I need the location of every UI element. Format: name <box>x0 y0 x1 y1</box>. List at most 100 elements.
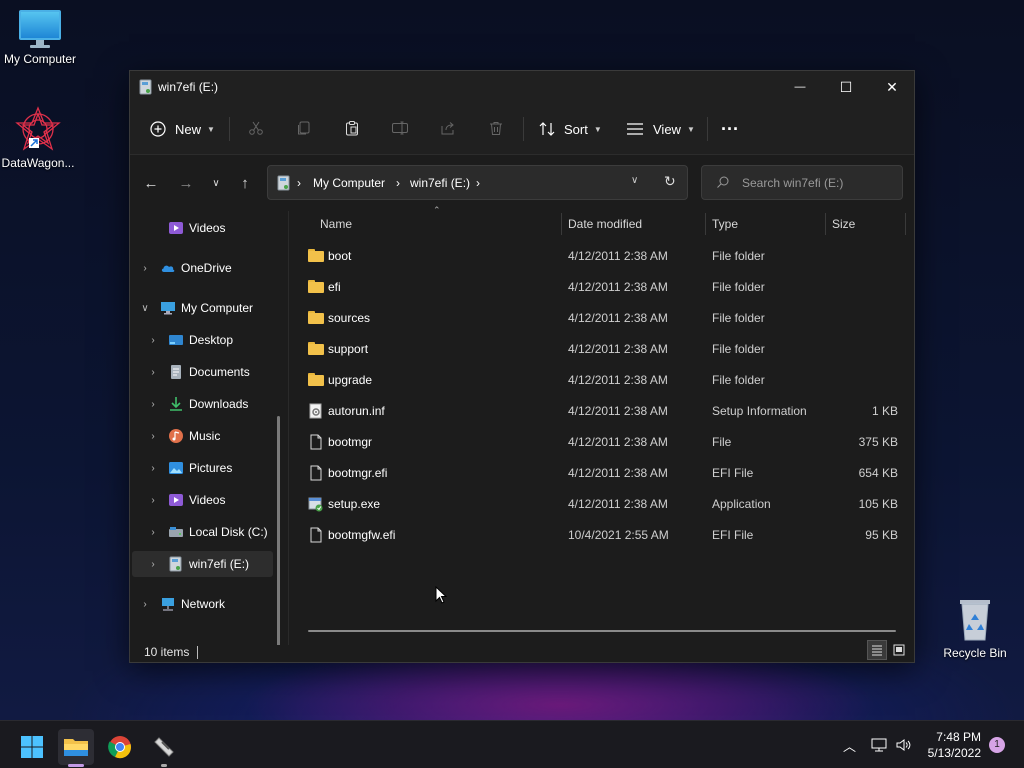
column-divider[interactable] <box>905 213 906 235</box>
setup-info-icon <box>308 403 324 419</box>
back-button[interactable]: ← <box>139 171 163 195</box>
nav-item-desktop[interactable]: › Desktop <box>130 327 285 353</box>
chevron-right-icon[interactable]: › <box>148 431 158 442</box>
chevron-right-icon[interactable]: › <box>148 367 158 378</box>
taskbar-app[interactable] <box>146 729 182 765</box>
forward-button[interactable]: → <box>174 171 198 195</box>
chevron-right-icon[interactable]: › <box>148 399 158 410</box>
title-bar[interactable]: win7efi (E:) — ☐ ✕ <box>130 71 914 103</box>
clock-date: 5/13/2022 <box>927 746 981 760</box>
chevron-down-icon[interactable]: ∨ <box>140 303 150 314</box>
file-row[interactable]: sources 4/12/2011 2:38 AM File folder <box>290 303 914 334</box>
chevron-up-icon: ︿ <box>843 738 857 754</box>
column-header-type[interactable]: Type <box>712 217 738 241</box>
more-options-button[interactable]: ··· <box>721 115 739 143</box>
view-lines-icon <box>627 123 643 135</box>
paste-button[interactable] <box>341 117 363 139</box>
share-button[interactable] <box>437 117 459 139</box>
breadcrumb-separator-icon: › <box>476 176 480 190</box>
file-row[interactable]: efi 4/12/2011 2:38 AM File folder <box>290 272 914 303</box>
file-name: support <box>328 342 369 356</box>
trash-icon <box>490 122 502 135</box>
recent-locations-button[interactable]: ∨ <box>204 171 228 195</box>
file-row[interactable]: bootmgr 4/12/2011 2:38 AM File 375 KB <box>290 427 914 458</box>
refresh-icon[interactable]: ↻ <box>664 173 676 190</box>
address-bar[interactable]: › My Computer › win7efi (E:) › ∨ ↻ <box>267 165 688 200</box>
breadcrumb-my-computer[interactable]: My Computer <box>313 176 385 190</box>
column-divider[interactable] <box>561 213 562 235</box>
mouse-cursor-icon <box>435 585 448 607</box>
nav-label: Downloads <box>189 397 249 411</box>
delete-button[interactable] <box>485 117 507 139</box>
desktop-icon-my-computer[interactable]: My Computer <box>0 10 80 66</box>
cut-button[interactable] <box>245 117 267 139</box>
column-divider[interactable] <box>705 213 706 235</box>
file-row[interactable]: boot 4/12/2011 2:38 AM File folder <box>290 241 914 272</box>
pane-splitter[interactable] <box>288 211 289 645</box>
nav-item-downloads[interactable]: › Downloads <box>130 391 285 417</box>
up-button[interactable]: ↑ <box>233 171 257 195</box>
desktop-icon-datawagon[interactable]: DataWagon... <box>0 106 78 170</box>
rename-button[interactable] <box>389 117 411 139</box>
file-row[interactable]: bootmgfw.efi 10/4/2021 2:55 AM EFI File 95 … <box>290 520 914 551</box>
network-status-button[interactable] <box>870 721 888 768</box>
folder-icon <box>308 341 324 357</box>
new-button[interactable]: New ▼ <box>150 115 215 143</box>
file-row[interactable]: upgrade 4/12/2011 2:38 AM File folder <box>290 365 914 396</box>
file-name: efi <box>328 280 341 294</box>
file-icon <box>308 527 324 543</box>
taskbar-chrome[interactable] <box>102 729 138 765</box>
nav-item-network[interactable]: › Network <box>130 591 285 617</box>
address-dropdown-icon[interactable]: ∨ <box>631 175 638 186</box>
chevron-right-icon[interactable]: › <box>148 335 158 346</box>
navigation-scrollbar[interactable] <box>277 416 280 645</box>
file-row[interactable]: support 4/12/2011 2:38 AM File folder <box>290 334 914 365</box>
chevron-right-icon[interactable]: › <box>148 527 158 538</box>
tray-overflow-button[interactable]: ︿ <box>843 721 856 768</box>
nav-item-win7efi[interactable]: › win7efi (E:) <box>132 551 273 577</box>
nav-item-my-computer[interactable]: ∨ My Computer <box>130 295 285 321</box>
nav-item-local-disk[interactable]: › Local Disk (C:) <box>130 519 285 545</box>
file-row[interactable]: setup.exe 4/12/2011 2:38 AM Application 105… <box>290 489 914 520</box>
breadcrumb-win7efi[interactable]: win7efi (E:) <box>410 176 470 190</box>
clock[interactable]: 7:48 PM 5/13/2022 <box>928 729 981 761</box>
chevron-right-icon[interactable]: › <box>148 559 158 570</box>
taskbar-file-explorer[interactable] <box>58 729 94 765</box>
search-input[interactable]: Search win7efi (E:) <box>742 176 843 190</box>
sort-button[interactable]: Sort ▼ <box>539 115 602 143</box>
nav-item-music[interactable]: › Music <box>130 423 285 449</box>
file-row[interactable]: bootmgr.efi 4/12/2011 2:38 AM EFI File 654 … <box>290 458 914 489</box>
column-header-name[interactable]: Name <box>320 217 352 241</box>
horizontal-scrollbar[interactable] <box>308 630 896 632</box>
large-icons-view-button[interactable] <box>889 640 909 660</box>
chevron-right-icon[interactable]: › <box>140 263 150 274</box>
nav-item-documents[interactable]: › Documents <box>130 359 285 385</box>
search-box[interactable]: Search win7efi (E:) <box>701 165 903 200</box>
hard-drive-icon <box>168 524 184 540</box>
cloud-icon <box>160 260 176 276</box>
column-divider[interactable] <box>825 213 826 235</box>
nav-item-onedrive[interactable]: › OneDrive <box>130 255 285 281</box>
chevron-right-icon[interactable]: › <box>140 599 150 610</box>
details-view-button[interactable] <box>867 640 887 660</box>
notification-badge[interactable]: 1 <box>989 737 1005 753</box>
chevron-right-icon[interactable]: › <box>148 463 158 474</box>
minimize-button[interactable]: — <box>777 71 823 103</box>
videos-icon <box>168 220 184 236</box>
start-button[interactable] <box>14 729 50 765</box>
column-header-size[interactable]: Size <box>832 217 855 241</box>
copy-button[interactable] <box>293 117 315 139</box>
breadcrumb-separator-icon: › <box>297 176 301 190</box>
nav-item-videos[interactable]: › Videos <box>130 487 285 513</box>
nav-item-videos-top[interactable]: Videos <box>130 215 285 241</box>
desktop-icon-recycle-bin[interactable]: Recycle Bin <box>935 596 1015 660</box>
column-header-date[interactable]: Date modified <box>568 217 642 241</box>
chevron-right-icon[interactable]: › <box>148 495 158 506</box>
view-label: View <box>653 121 681 137</box>
file-row[interactable]: autorun.inf 4/12/2011 2:38 AM Setup Inform… <box>290 396 914 427</box>
maximize-button[interactable]: ☐ <box>823 71 869 103</box>
nav-item-pictures[interactable]: › Pictures <box>130 455 285 481</box>
view-button[interactable]: View ▼ <box>626 115 695 143</box>
volume-button[interactable] <box>895 721 913 768</box>
close-button[interactable]: ✕ <box>869 71 915 103</box>
